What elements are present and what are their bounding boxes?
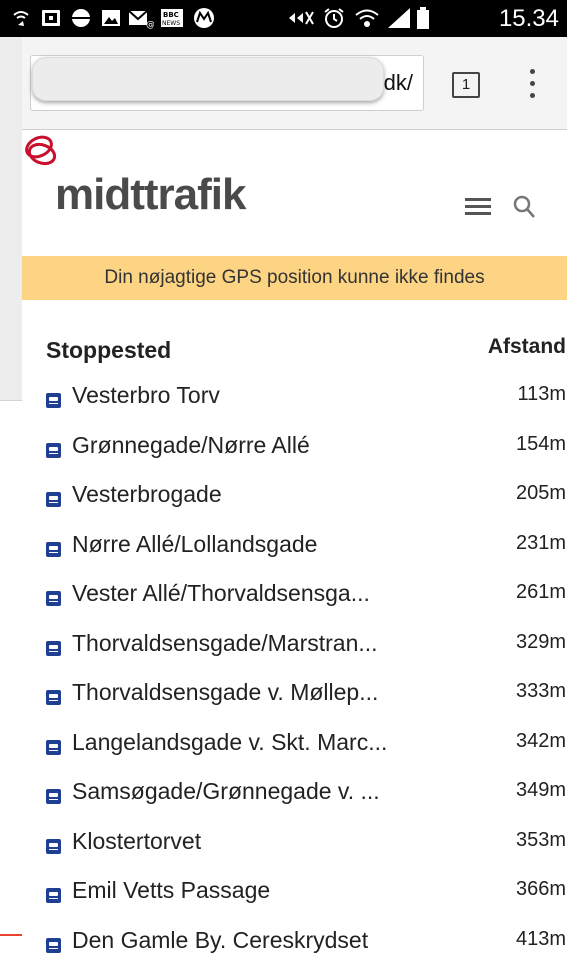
stop-row[interactable]: Langelandsgade v. Skt. Marc... 342m xyxy=(46,729,566,779)
stop-row[interactable]: Klostertorvet 353m xyxy=(46,828,566,878)
stop-name[interactable]: Den Gamle By. Cereskrydset xyxy=(72,927,368,954)
bbc-news-icon: BBC NEWS xyxy=(160,7,184,29)
bus-stop-icon xyxy=(46,839,61,854)
bus-stop-icon xyxy=(46,690,61,705)
signal-icon xyxy=(386,7,412,29)
bus-stop-icon xyxy=(46,789,61,804)
stop-name[interactable]: Vesterbro Torv xyxy=(72,382,220,409)
stop-row[interactable]: Thorvaldsensgade v. Møllep... 333m xyxy=(46,679,566,729)
bus-stop-icon xyxy=(46,492,61,507)
gps-warning-banner: Din nøjagtige GPS position kunne ikke fi… xyxy=(22,256,567,300)
bus-stop-icon xyxy=(46,393,61,408)
bus-stop-icon xyxy=(46,591,61,606)
stop-row[interactable]: Vester Allé/Thorvaldsensga... 261m xyxy=(46,580,566,630)
stop-distance: 333m xyxy=(516,680,566,703)
stop-row[interactable]: Vesterbro Torv 113m xyxy=(46,382,566,432)
wifi-icon xyxy=(354,7,380,29)
midttrafik-logo-mark[interactable] xyxy=(22,134,62,168)
url-redaction xyxy=(32,57,384,101)
svg-text:BBC: BBC xyxy=(163,11,179,19)
dot-icon xyxy=(530,81,535,86)
screen-icon xyxy=(40,7,62,29)
dot-icon xyxy=(530,93,535,98)
stop-row[interactable]: Samsøgade/Grønnegade v. ... 349m xyxy=(46,778,566,828)
web-page: midttrafik Din nøjagtige GPS position ku… xyxy=(22,130,567,963)
stop-name[interactable]: Thorvaldsensgade/Marstran... xyxy=(72,630,378,657)
dot-icon xyxy=(530,69,535,74)
column-header-stop: Stoppested xyxy=(46,337,171,364)
bus-stop-icon xyxy=(46,641,61,656)
call-forward-icon xyxy=(10,7,32,29)
clock: 15.34 xyxy=(499,5,559,33)
stop-distance: 349m xyxy=(516,779,566,802)
alarm-icon xyxy=(322,7,346,29)
stop-name[interactable]: Langelandsgade v. Skt. Marc... xyxy=(72,729,387,756)
stop-row[interactable]: Thorvaldsensgade/Marstran... 329m xyxy=(46,630,566,680)
circle-icon xyxy=(70,7,92,29)
bus-stop-icon xyxy=(46,938,61,953)
battery-icon xyxy=(416,7,430,29)
overflow-menu-button[interactable] xyxy=(522,65,542,103)
stop-row[interactable]: Grønnegade/Nørre Allé 154m xyxy=(46,432,566,482)
stop-row[interactable]: Den Gamle By. Cereskrydset 413m xyxy=(46,927,566,976)
stop-distance: 366m xyxy=(516,878,566,901)
search-icon[interactable] xyxy=(512,194,536,220)
stop-distance: 205m xyxy=(516,482,566,505)
phone-screen: @ BBC NEWS xyxy=(0,0,567,963)
stop-name[interactable]: Klostertorvet xyxy=(72,828,201,855)
status-bar: @ BBC NEWS xyxy=(0,0,567,37)
bus-stop-icon xyxy=(46,888,61,903)
bus-stop-icon xyxy=(46,443,61,458)
stop-distance: 261m xyxy=(516,581,566,604)
motorola-icon xyxy=(192,7,216,29)
browser-toolbar: 1 xyxy=(22,37,567,130)
svg-text:NEWS: NEWS xyxy=(162,20,180,27)
tab-switcher-button[interactable]: 1 xyxy=(452,72,480,98)
stop-name[interactable]: Vester Allé/Thorvaldsensga... xyxy=(72,580,370,607)
mail-icon: @ xyxy=(128,7,154,29)
stop-distance: 342m xyxy=(516,730,566,753)
stop-name[interactable]: Thorvaldsensgade v. Møllep... xyxy=(72,679,378,706)
stop-name[interactable]: Nørre Allé/Lollandsgade xyxy=(72,531,317,558)
nfc-icon xyxy=(286,7,316,29)
stop-name[interactable]: Samsøgade/Grønnegade v. ... xyxy=(72,778,380,805)
svg-text:@: @ xyxy=(146,20,154,29)
bus-stop-icon xyxy=(46,542,61,557)
stop-name[interactable]: Emil Vetts Passage xyxy=(72,877,270,904)
stop-distance: 329m xyxy=(516,631,566,654)
stop-row[interactable]: Vesterbrogade 205m xyxy=(46,481,566,531)
stop-name[interactable]: Vesterbrogade xyxy=(72,481,222,508)
stop-distance: 231m xyxy=(516,532,566,555)
stop-distance: 154m xyxy=(516,433,566,456)
column-header-distance: Afstand xyxy=(488,335,566,359)
list-header: Stoppested Afstand xyxy=(46,337,566,367)
stop-row[interactable]: Nørre Allé/Lollandsgade 231m xyxy=(46,531,566,581)
stop-distance: 353m xyxy=(516,829,566,852)
site-logo[interactable]: midttrafik xyxy=(55,170,245,220)
stop-list: Vesterbro Torv 113m Grønnegade/Nørre Allé… xyxy=(46,382,566,976)
image-icon xyxy=(100,7,122,29)
stop-name[interactable]: Grønnegade/Nørre Allé xyxy=(72,432,310,459)
stop-row[interactable]: Emil Vetts Passage 366m xyxy=(46,877,566,927)
bus-stop-icon xyxy=(46,740,61,755)
stop-distance: 413m xyxy=(516,928,566,951)
stop-distance: 113m xyxy=(517,383,566,406)
menu-icon[interactable] xyxy=(465,198,491,216)
